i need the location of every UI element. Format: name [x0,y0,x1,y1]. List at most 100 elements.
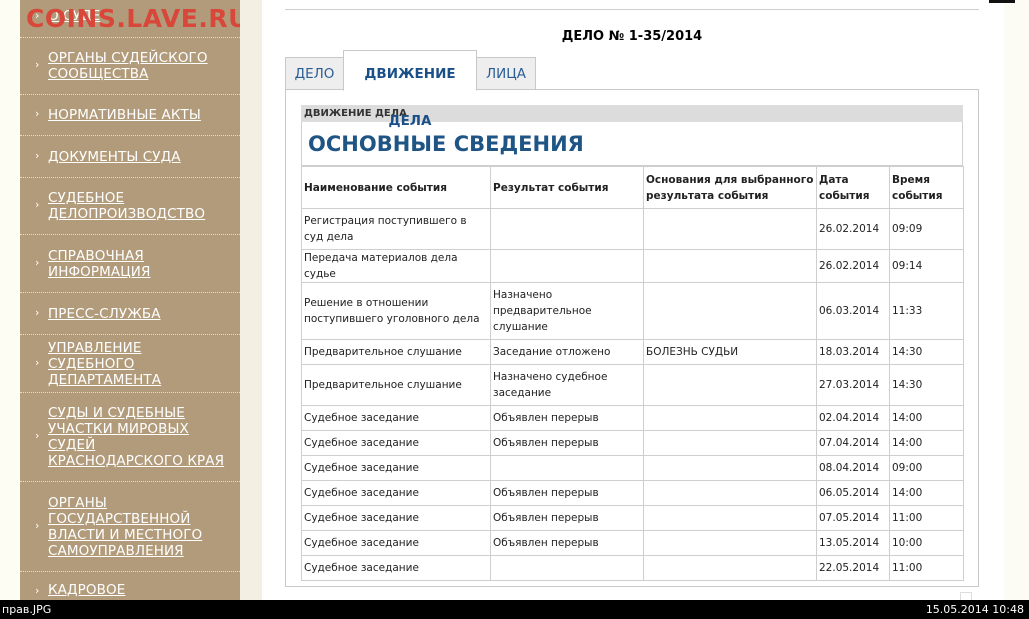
sidebar-item-department[interactable]: › УПРАВЛЕНИЕ СУДЕБНОГО ДЕПАРТАМЕНТА [20,335,240,393]
table-cell: 11:33 [889,282,964,340]
table-cell: 06.05.2014 [816,480,890,506]
left-margin [0,0,20,600]
chevron-right-icon: › [35,255,40,269]
chevron-right-icon: › [35,198,40,211]
table-cell: Объявлен перерыв [490,405,644,431]
table-cell: Назначено судебное заседание [490,364,644,406]
table-cell: 02.04.2014 [816,405,890,431]
table-cell [490,555,644,581]
table-row: Регистрация поступившего в суд дела 26.02… [301,208,964,250]
table-cell: Судебное заседание [301,405,491,431]
table-cell: БОЛЕЗНЬ СУДЬИ [643,339,817,365]
table-cell: Судебное заседание [301,455,491,481]
table-cell: 14:00 [889,405,964,431]
table-row: Судебное заседание Объявлен перерыв 06.05.… [301,480,964,506]
sidebar-item-government-bodies[interactable]: › ОРГАНЫ ГОСУДАРСТВЕННОЙ ВЛАСТИ И МЕСТНО… [20,482,240,572]
file-name: прав.JPG [2,603,52,616]
table-cell: 13.05.2014 [816,530,890,556]
table-cell [643,249,817,283]
table-cell: Регистрация поступившего в суд дела [301,208,491,250]
table-cell: Решение в отношении поступившего уголовн… [301,282,491,340]
table-cell: 14:00 [889,480,964,506]
table-cell [643,530,817,556]
table-cell: Объявлен перерыв [490,430,644,456]
table-cell [643,430,817,456]
table-row: Судебное заседание 08.04.2014 09:00 [301,455,964,481]
table-row: Судебное заседание Объявлен перерыв 13.05.… [301,530,964,556]
sidebar-item-label: ДОКУМЕНТЫ СУДА [48,148,181,165]
sidebar-item-label: КАДРОВОЕ ОБЕСПЕЧЕНИЕ СУДА [48,582,194,600]
tab-case-movement[interactable]: ДВИЖЕНИЕ ДЕЛА [343,50,477,129]
table-cell [643,405,817,431]
timestamp: 15.05.2014 10:48 [925,603,1024,616]
chevron-right-icon: › [35,58,40,71]
tab-persons[interactable]: ЛИЦА [476,57,536,90]
column-header: Наименование события [301,166,491,209]
table-cell [643,364,817,406]
table-cell: Судебное заседание [301,530,491,556]
tab-label: ЛИЦА [486,66,526,82]
table-cell: Судебное заседание [301,430,491,456]
table-cell: Предварительное слушание [301,364,491,406]
chevron-right-icon: › [35,518,40,532]
sidebar-item-label: УПРАВЛЕНИЕ СУДЕБНОГО ДЕПАРТАМЕНТА [48,339,162,388]
case-events-table: Наименование события Результат события О… [301,166,964,581]
table-cell: 08.04.2014 [816,455,890,481]
table-header-row: Наименование события Результат события О… [301,166,964,209]
table-cell: 27.03.2014 [816,364,890,406]
table-cell [643,208,817,250]
table-row: Судебное заседание Объявлен перерыв 07.05.… [301,505,964,531]
sidebar-item-magistrate-courts[interactable]: › СУДЫ И СУДЕБНЫЕ УЧАСТКИ МИРОВЫХ СУДЕЙ … [20,393,240,482]
chevron-right-icon: › [35,107,40,120]
table-row: Судебное заседание Объявлен перерыв 07.04.… [301,430,964,456]
table-cell: Объявлен перерыв [490,530,644,556]
table-cell: Судебное заседание [301,555,491,581]
sidebar-item-label: ОРГАНЫ ГОСУДАРСТВЕННОЙ ВЛАСТИ И МЕСТНОГО… [48,494,203,559]
sidebar-item-judicial-community[interactable]: › ОРГАНЫ СУДЕЙСКОГО СООБЩЕСТВА [20,38,240,95]
table-cell: Судебное заседание [301,480,491,506]
sidebar-item-court-documents[interactable]: › ДОКУМЕНТЫ СУДА [20,136,240,178]
sidebar-item-label: ПРЕСС-СЛУЖБА [48,305,161,322]
table-cell: 26.02.2014 [816,249,890,283]
table-row: Предварительное слушание Заседание отложе… [301,339,964,365]
chevron-right-icon: › [35,355,40,369]
sidebar-item-label: ОРГАНЫ СУДЕЙСКОГО СООБЩЕСТВА [48,50,208,82]
sidebar-nav: › О СУДЕ › ОРГАНЫ СУДЕЙСКОГО СООБЩЕСТВА … [20,0,240,600]
sidebar-item-normative-acts[interactable]: › НОРМАТИВНЫЕ АКТЫ [20,95,240,136]
table-cell: 22.05.2014 [816,555,890,581]
column-header: Время события [889,166,964,209]
table-cell: 10:00 [889,530,964,556]
sidebar-item-press[interactable]: › ПРЕСС-СЛУЖБА [20,293,240,335]
sidebar-item-staffing[interactable]: › КАДРОВОЕ ОБЕСПЕЧЕНИЕ СУДА [20,572,240,600]
table-cell: 07.04.2014 [816,430,890,456]
table-cell [643,505,817,531]
table-cell [643,282,817,340]
table-cell: Объявлен перерыв [490,505,644,531]
case-title: ДЕЛО № 1-35/2014 [561,29,703,44]
table-cell: 06.03.2014 [816,282,890,340]
chevron-right-icon: › [35,429,40,442]
sidebar-item-label: СПРАВОЧНАЯ ИНФОРМАЦИЯ [48,247,151,280]
column-header: Результат события [490,166,644,209]
right-margin [1004,0,1029,600]
table-cell: Судебное заседание [301,505,491,531]
table-row: Решение в отношении поступившего уголовн… [301,282,964,340]
chevron-right-icon: › [35,584,40,597]
table-row: Судебное заседание Объявлен перерыв 02.04.… [301,405,964,431]
table-cell: Передача материалов дела судье [301,249,491,283]
sidebar-item-proceedings[interactable]: › СУДЕБНОЕ ДЕЛОПРОИЗВОДСТВО [20,178,240,235]
table-cell: 14:30 [889,339,964,365]
table-cell [643,455,817,481]
table-cell: Заседание отложено [490,339,644,365]
content-gutter [240,0,262,600]
table-cell: Назначено предварительное слушание [490,282,644,340]
table-row: Судебное заседание 22.05.2014 11:00 [301,555,964,581]
tab-case[interactable]: ДЕЛО [285,57,344,90]
table-cell [490,208,644,250]
sidebar-item-reference-info[interactable]: › СПРАВОЧНАЯ ИНФОРМАЦИЯ [20,235,240,293]
table-cell: 09:00 [889,455,964,481]
sidebar-item-label: СУДЕБНОЕ ДЕЛОПРОИЗВОДСТВО [48,190,206,222]
table-cell: 14:00 [889,430,964,456]
sidebar-item-label: НОРМАТИВНЫЕ АКТЫ [48,107,201,123]
table-cell: Объявлен перерыв [490,480,644,506]
